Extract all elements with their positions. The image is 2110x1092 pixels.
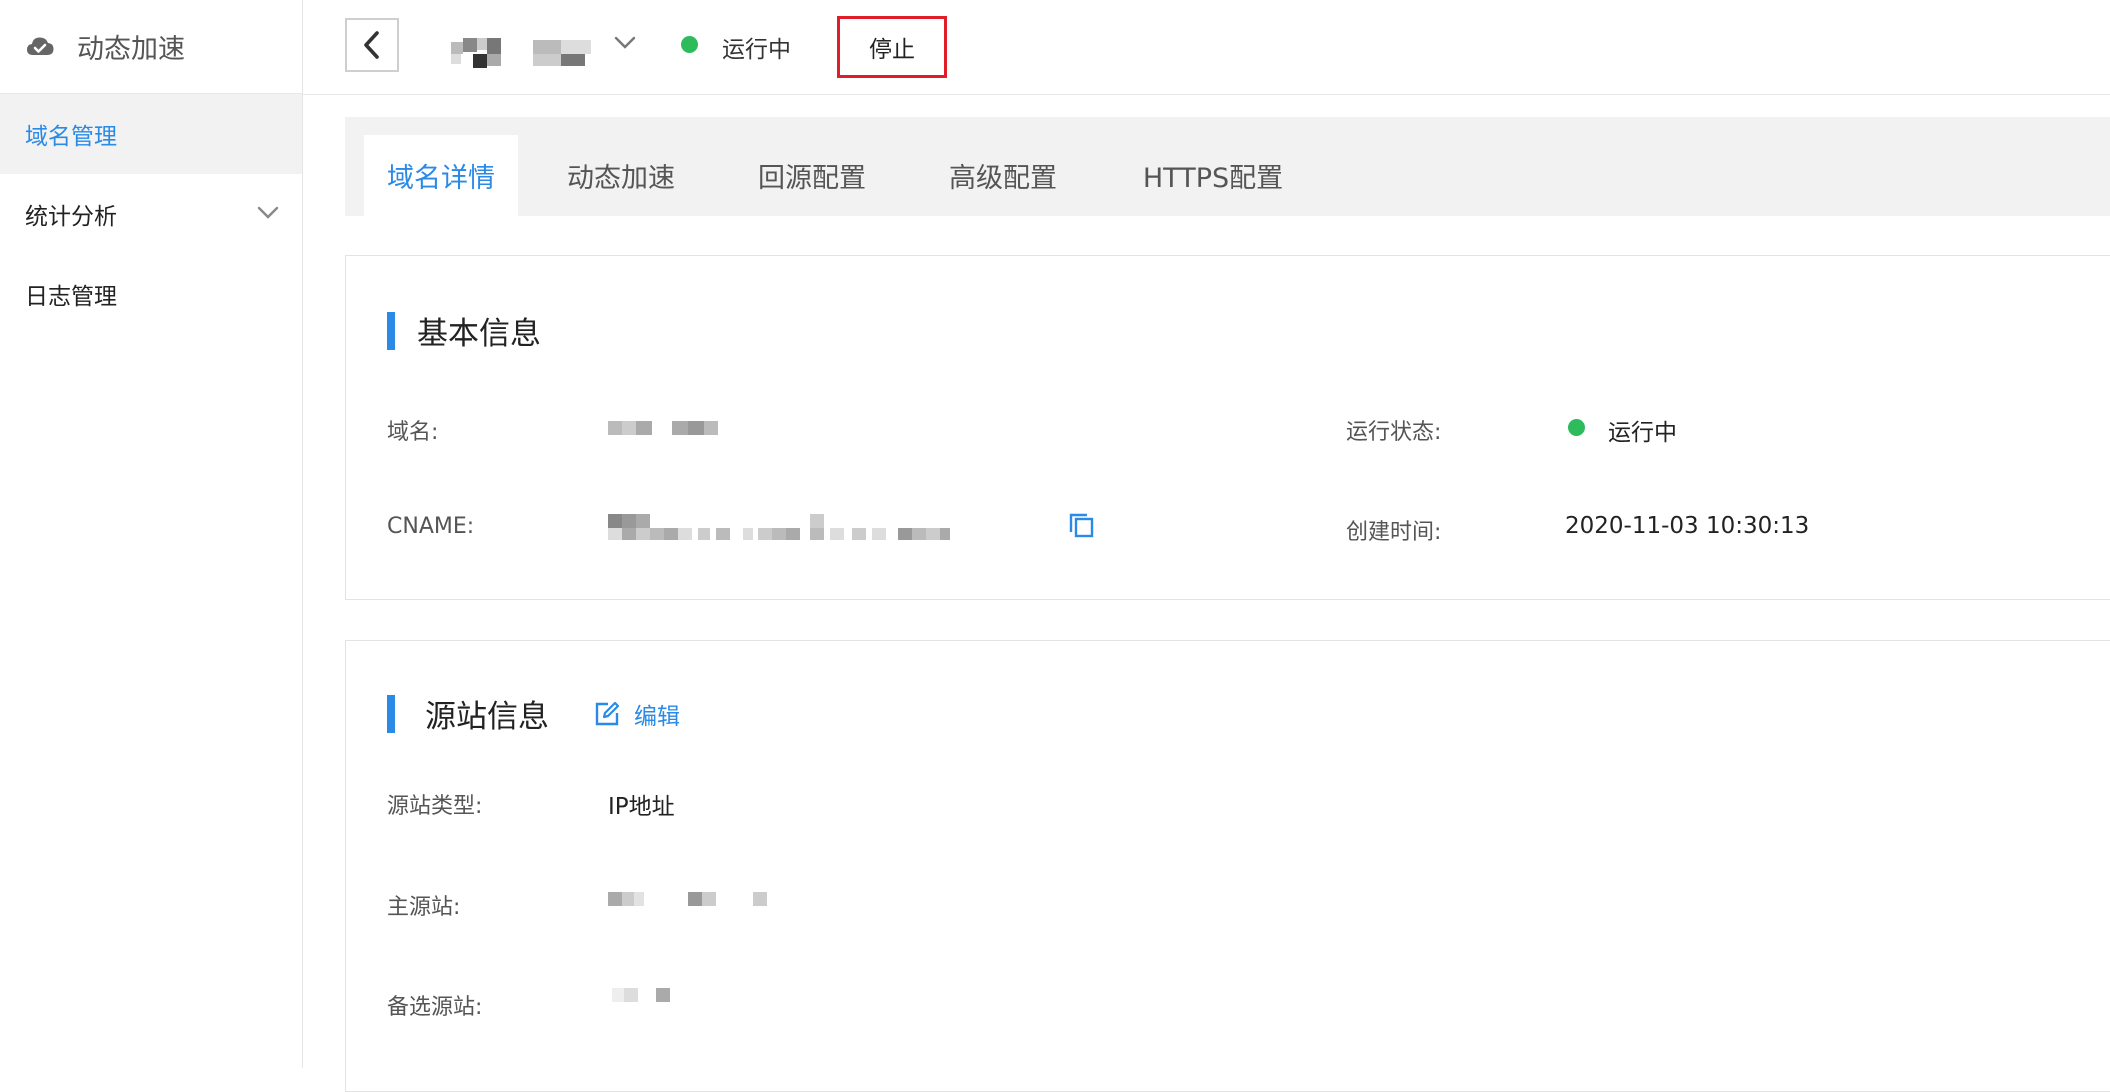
created-time-label: 创建时间: [1346,520,1442,545]
tab-domain-details[interactable]: 域名详情 [364,135,518,216]
origin-type-value: IP地址 [608,794,675,820]
sidebar-item-label: 域名管理 [25,124,117,150]
sidebar-item-log-management[interactable]: 日志管理 [0,254,302,334]
tab-advanced-config[interactable]: 高级配置 [937,135,1069,216]
cloud-check-icon [27,37,54,55]
redacted-domain-value [608,421,718,435]
sidebar-item-label: 统计分析 [25,204,117,230]
edit-origin-link[interactable]: 编辑 [594,697,680,731]
origin-type-label: 源站类型: [387,794,483,819]
back-button[interactable] [345,18,399,72]
redacted-cname-value [608,514,950,540]
section-accent-bar [387,694,395,733]
cname-label: CNAME: [387,514,475,539]
run-status-label: 运行状态: [1346,420,1442,445]
created-time-value: 2020-11-03 10:30:13 [1565,513,1810,539]
redacted-domain-name [451,38,591,68]
chevron-down-icon[interactable] [613,31,637,55]
sidebar-header: 动态加速 [0,0,302,94]
chevron-left-icon [364,31,379,59]
basic-info-title: 基本信息 [417,316,541,352]
edit-icon [595,701,620,725]
stop-button[interactable]: 停止 [837,16,947,78]
sidebar-title: 动态加速 [77,34,185,65]
copy-icon[interactable] [1067,512,1095,540]
basic-info-card: 基本信息 域名: CNAME: 运行状态: 运行中 创建时间: 2020-11-… [345,255,2110,600]
primary-origin-label: 主源站: [387,895,461,920]
sidebar-item-statistics[interactable]: 统计分析 [0,174,302,254]
origin-info-title: 源站信息 [425,699,549,735]
status-running-dot [1568,419,1585,436]
origin-info-card: 源站信息 编辑 源站类型: IP地址 主源站: 备选源站: [345,640,2110,1092]
redacted-backup-origin [612,988,670,1002]
section-accent-bar [387,311,395,350]
top-bar: 运行中 停止 [303,0,2110,95]
chevron-down-icon [257,206,279,219]
basic-info-heading: 基本信息 [387,308,541,353]
run-status-value: 运行中 [1608,420,1677,446]
redacted-primary-origin [608,892,767,906]
domain-label: 域名: [387,420,439,445]
tab-dynamic-acceleration[interactable]: 动态加速 [555,135,687,216]
backup-origin-label: 备选源站: [387,995,483,1020]
tab-https-config[interactable]: HTTPS配置 [1129,135,1297,216]
tab-origin-config[interactable]: 回源配置 [746,135,878,216]
edit-label: 编辑 [634,703,680,730]
sidebar: 动态加速 域名管理 统计分析 日志管理 [0,0,303,1068]
status-running-dot [681,36,698,53]
sidebar-item-domain-management[interactable]: 域名管理 [0,94,302,174]
sidebar-item-label: 日志管理 [25,284,117,310]
status-text: 运行中 [722,37,791,63]
origin-info-heading: 源站信息 编辑 [387,691,680,736]
tab-bar: 域名详情 动态加速 回源配置 高级配置 HTTPS配置 [345,117,2110,216]
